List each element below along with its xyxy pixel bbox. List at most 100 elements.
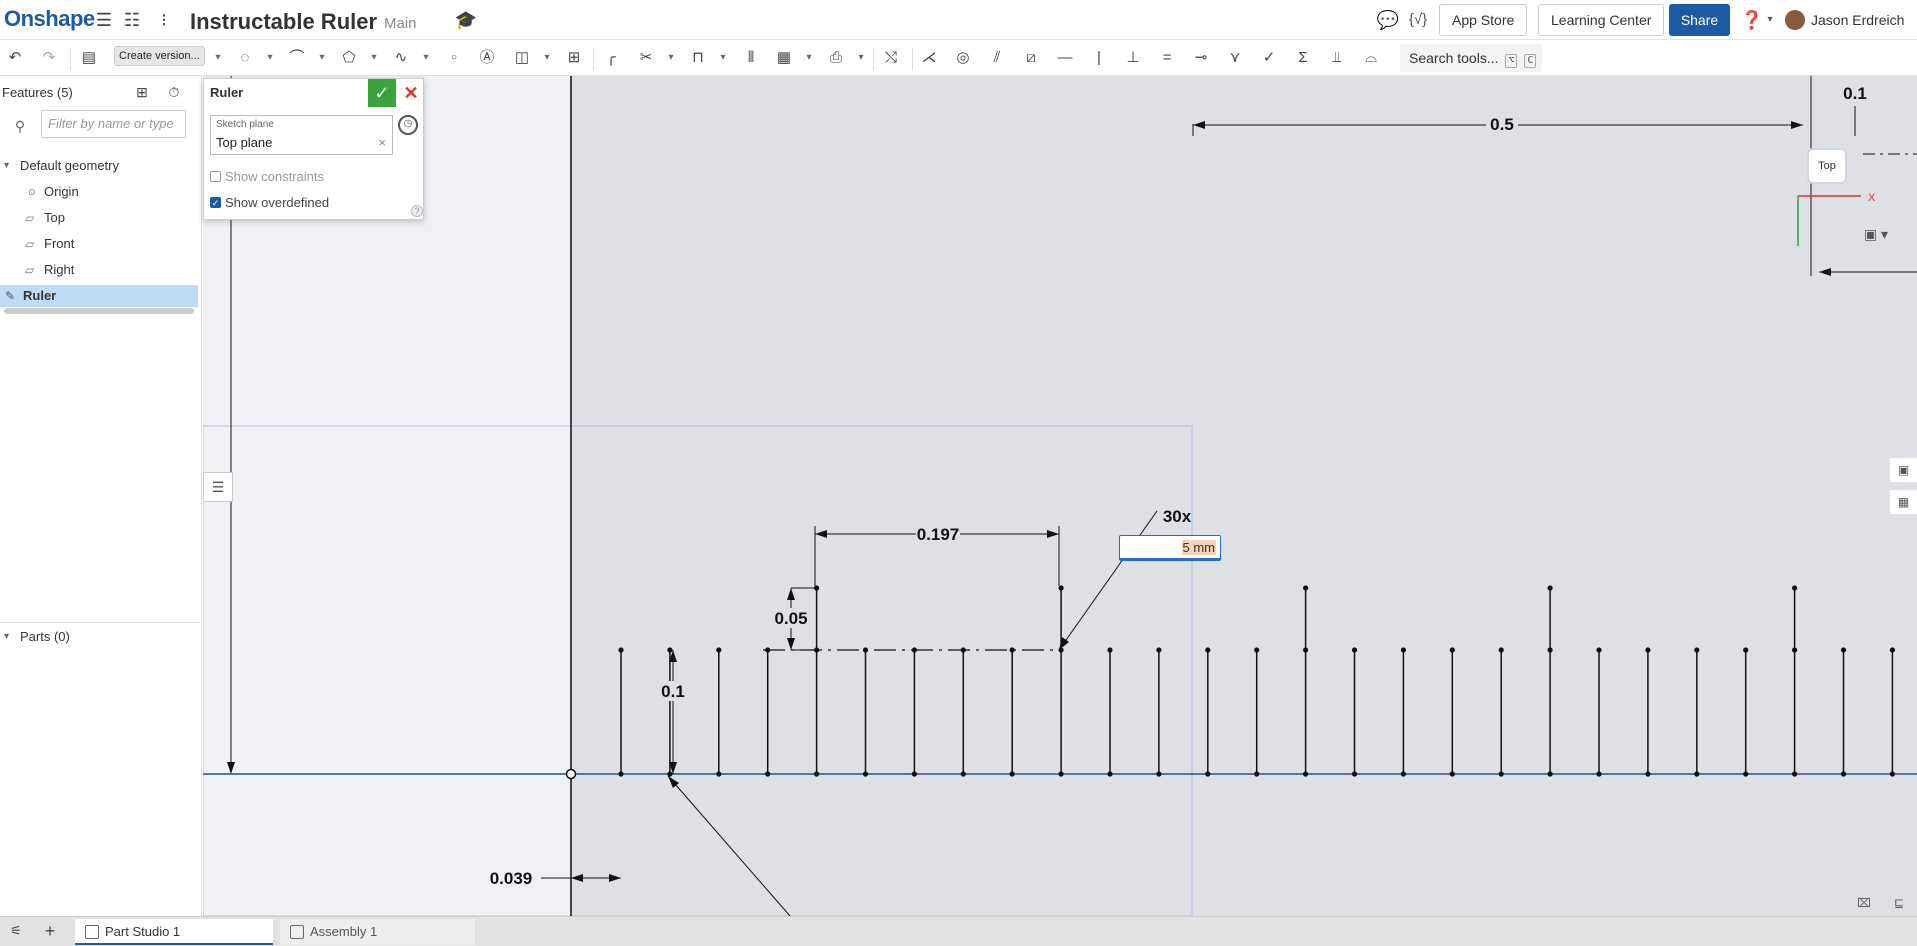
tab-manager-icon[interactable]: ⚟ [4,919,28,943]
mirror-tool-icon[interactable]: ⫴ [740,46,762,70]
chevron-down-icon[interactable]: ▾ [4,626,9,648]
app-store-button[interactable]: App Store [1439,4,1528,36]
document-title[interactable]: Instructable Ruler [190,9,377,35]
sketch-point[interactable] [1547,585,1553,591]
sketch-point[interactable] [1645,771,1651,777]
point-tool-icon[interactable]: ○ [443,46,465,70]
offset-tool-icon[interactable]: ⊓ [687,46,709,70]
chevron-down-icon[interactable]: ▾ [265,48,275,68]
text-tool-icon[interactable]: Ⓐ [476,46,498,70]
chevron-down-icon[interactable]: ▾ [369,48,379,68]
help-icon[interactable]: ? [411,205,423,217]
view-cube[interactable]: Top [1807,148,1847,184]
insert-icon[interactable]: ⁝ [152,8,176,32]
circle-tool-icon[interactable]: ◌ [234,46,256,70]
chevron-down-icon[interactable]: ▾ [804,48,814,68]
sketch-point[interactable] [1840,771,1847,777]
variable-icon[interactable]: {√} [1406,8,1430,32]
sketch-point[interactable] [667,771,673,777]
sketch-point[interactable] [1547,771,1553,777]
sketch-point[interactable] [1156,647,1162,653]
parts-list-header[interactable]: ▾ Parts (0) [0,626,198,648]
curvature-constraint-icon[interactable]: ⌓ [1360,46,1382,70]
pattern-tool-icon[interactable]: ▦ [773,46,795,70]
avatar[interactable] [1785,10,1805,30]
sketch-point[interactable] [1303,647,1309,653]
learning-center-button[interactable]: Learning Center [1538,4,1665,36]
chevron-down-icon[interactable]: ▾ [4,155,9,177]
redo-icon[interactable]: ↷ [38,46,60,70]
coincident-constraint-icon[interactable]: ⋌ [918,46,940,70]
sketch-point[interactable] [1254,771,1260,777]
branch-name[interactable]: Main [384,15,417,32]
transform-tool-icon[interactable]: ⤭ [880,46,902,70]
sketch-point[interactable] [1547,647,1553,653]
tree-item-ruler[interactable]: ✎ Ruler [0,285,198,307]
horizontal-constraint-icon[interactable]: — [1054,46,1076,70]
sketch-point[interactable] [1254,647,1260,653]
sketch-point[interactable] [1498,647,1504,653]
appearance-icon[interactable]: ▣ [1890,458,1917,482]
origin-point[interactable] [565,768,577,780]
sketch-point[interactable] [1058,585,1064,591]
sketch-point[interactable] [667,647,673,653]
sketch-point[interactable] [1351,647,1358,653]
midpoint-constraint-icon[interactable]: ⊸ [1190,46,1212,70]
parallel-constraint-icon[interactable]: ⫽ [986,46,1008,70]
dimension-input[interactable]: 5 mm [1119,535,1221,561]
share-button[interactable]: Share [1669,4,1730,36]
sketch-canvas[interactable]: 0.5 0.1 0.197 0.05 0.1 0.039 30x X [203,76,1917,916]
chevron-down-icon[interactable]: ▾ [718,48,728,68]
dimension-label[interactable]: 0.1 [661,682,685,701]
sketch-point[interactable] [1009,771,1015,777]
add-folder-icon[interactable]: ⊞ [130,80,154,104]
comment-icon[interactable]: 💬 [1376,8,1400,32]
sketch-point[interactable] [814,771,820,777]
rollback-bar[interactable] [4,308,194,314]
tab-part-studio-1[interactable]: Part Studio 1 [75,919,273,945]
dxf-import-icon[interactable]: ⎙ [825,46,847,70]
add-tab-icon[interactable]: + [38,919,62,943]
sketch-point[interactable] [1743,771,1749,777]
chevron-down-icon[interactable]: ▾ [666,48,676,68]
sketch-point[interactable] [911,771,918,777]
sketch-point[interactable] [1694,647,1700,653]
sketch-point[interactable] [1400,771,1406,777]
equal-constraint-icon[interactable]: = [1156,46,1178,70]
show-overdefined-checkbox[interactable]: ✓ [210,197,221,208]
sketch-point[interactable] [960,771,966,777]
show-constraints-checkbox[interactable] [210,171,221,182]
sketch-point[interactable] [618,647,624,653]
show-constraints-row[interactable]: Show constraints [210,169,324,184]
polygon-tool-icon[interactable]: ⬠ [338,46,360,70]
menu-icon[interactable]: ☰ [92,8,116,32]
sketch-point[interactable] [1107,771,1113,777]
vertical-constraint-icon[interactable]: | [1088,46,1110,70]
sketch-point[interactable] [716,771,722,777]
sketch-point[interactable] [1645,647,1651,653]
sketch-point[interactable] [1351,771,1358,777]
sketch-point[interactable] [1156,771,1162,777]
sketch-point[interactable] [1792,647,1798,653]
configuration-icon[interactable]: ▦ [1890,490,1917,514]
sketch-point[interactable] [1400,647,1406,653]
sketch-point[interactable] [1205,647,1211,653]
tree-item-right[interactable]: ▱ Right [0,259,198,281]
dimension-label[interactable]: 0.05 [774,609,807,628]
measure-icon[interactable]: ⊑ [1888,892,1910,914]
accept-button[interactable]: ✓ [368,79,396,107]
chevron-down-icon[interactable]: ▾ [542,48,552,68]
sketch-point[interactable] [1889,771,1895,777]
sketch-point[interactable] [1694,771,1700,777]
sketch-point[interactable] [716,647,722,653]
filter-icon[interactable]: ⚲ [8,114,32,138]
sketch-point[interactable] [1107,647,1113,653]
sketch-point[interactable] [1303,771,1309,777]
search-tools-input[interactable]: Search tools... ⌥ C [1400,44,1542,72]
tree-item-front[interactable]: ▱ Front [0,233,198,255]
sketch-point[interactable] [1449,771,1455,777]
spline-tool-icon[interactable]: ∿ [390,46,412,70]
filter-input[interactable]: Filter by name or type [41,110,186,138]
sketch-point[interactable] [1449,647,1455,653]
version-icon[interactable]: ▤ [78,46,100,70]
